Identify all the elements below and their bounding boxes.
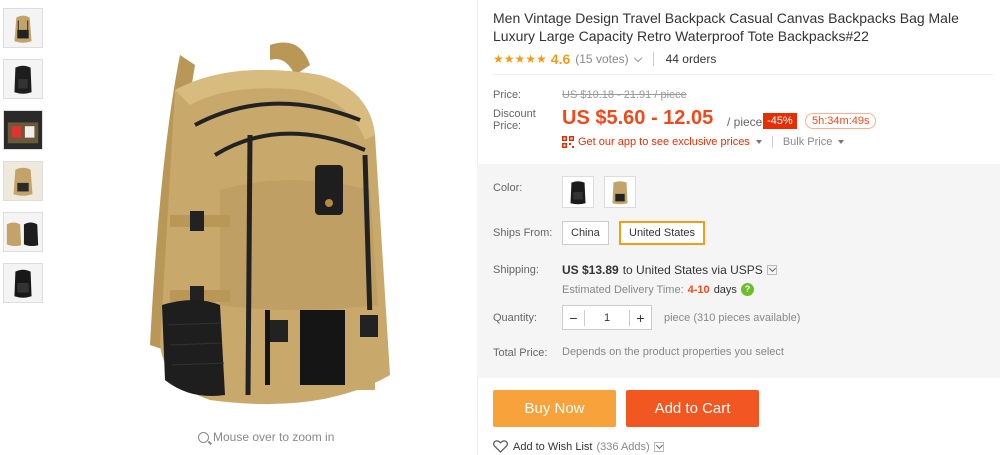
bulk-price-link[interactable]: Bulk Price bbox=[783, 136, 833, 148]
buy-now-button[interactable]: Buy Now bbox=[493, 390, 616, 427]
quantity-label: Quantity: bbox=[493, 312, 538, 324]
discount-badge: -45% bbox=[763, 113, 797, 129]
separator bbox=[771, 136, 773, 148]
wish-list-link[interactable]: Add to Wish List bbox=[513, 441, 592, 453]
magnifier-icon bbox=[198, 431, 209, 443]
delivery-days: 4-10 bbox=[687, 283, 710, 296]
chevron-down-icon[interactable] bbox=[633, 53, 642, 62]
shipping-info: US $13.89 to United States via USPS bbox=[562, 263, 777, 277]
thumbnail-list bbox=[3, 8, 45, 314]
wish-list-row[interactable]: Add to Wish List (336 Adds) bbox=[493, 440, 664, 453]
thumbnail-6[interactable] bbox=[3, 263, 43, 303]
zoom-hint-text: Mouse over to zoom in bbox=[213, 430, 335, 444]
original-price: US $10.18 - 21.91 / piece bbox=[562, 89, 687, 101]
heart-icon bbox=[493, 440, 508, 453]
discount-label-line2: Price: bbox=[493, 120, 522, 132]
rating-row: ★★★★★ 4.6 (15 votes) 44 orders bbox=[493, 51, 716, 67]
main-product-image[interactable] bbox=[120, 5, 420, 425]
total-price-text: Depends on the product properties you se… bbox=[562, 346, 784, 358]
quantity-increase-button[interactable]: + bbox=[629, 309, 651, 326]
countdown-timer: 5h:34m:49s bbox=[805, 113, 877, 129]
color-label: Color: bbox=[493, 182, 523, 194]
zoom-hint: Mouse over to zoom in bbox=[198, 430, 334, 444]
shipping-dropdown-icon[interactable] bbox=[766, 265, 777, 275]
separator bbox=[652, 52, 654, 66]
discount-label-line1: Discount bbox=[493, 108, 536, 120]
delivery-label: Estimated Delivery Time: bbox=[562, 283, 684, 296]
star-rating-icon: ★★★★★ bbox=[493, 52, 547, 66]
price-unit: / piece bbox=[727, 115, 763, 129]
thumbnail-5[interactable] bbox=[3, 212, 43, 252]
discount-price: US $5.60 - 12.05 bbox=[562, 107, 714, 129]
caret-down-icon[interactable] bbox=[755, 140, 762, 144]
quantity-stepper: − 1 + bbox=[562, 305, 652, 330]
votes-link[interactable]: (15 votes) bbox=[575, 52, 628, 66]
wish-count: (336 Adds) bbox=[596, 440, 650, 453]
rating-value: 4.6 bbox=[550, 51, 571, 67]
ships-from-label: Ships From: bbox=[493, 227, 553, 239]
help-icon[interactable]: ? bbox=[740, 283, 754, 296]
ships-from-china[interactable]: China bbox=[562, 221, 609, 245]
wish-dropdown-icon[interactable] bbox=[653, 441, 664, 452]
thumbnail-1[interactable] bbox=[3, 8, 43, 48]
orders-count: 44 orders bbox=[665, 52, 717, 66]
shipping-cost: US $13.89 bbox=[562, 263, 619, 277]
divider bbox=[493, 74, 993, 75]
price-label: Price: bbox=[493, 89, 522, 101]
app-promo-link[interactable]: Get our app to see exclusive prices bbox=[578, 136, 750, 148]
thumbnail-3[interactable] bbox=[3, 110, 43, 150]
quantity-decrease-button[interactable]: − bbox=[563, 309, 585, 326]
caret-down-icon[interactable] bbox=[838, 140, 845, 144]
add-to-cart-button[interactable]: Add to Cart bbox=[626, 390, 759, 427]
delivery-time: Estimated Delivery Time: 4-10 days ? bbox=[562, 283, 754, 296]
product-title: Men Vintage Design Travel Backpack Casua… bbox=[493, 10, 959, 44]
quantity-input[interactable]: 1 bbox=[585, 312, 629, 324]
total-price-label: Total Price: bbox=[493, 347, 548, 359]
thumbnail-2[interactable] bbox=[3, 59, 43, 99]
app-promo-row: Get our app to see exclusive prices Bulk… bbox=[562, 136, 850, 148]
thumbnail-4[interactable] bbox=[3, 161, 43, 201]
color-swatch-black[interactable] bbox=[562, 176, 594, 208]
shipping-label: Shipping: bbox=[493, 264, 539, 276]
qr-code-icon bbox=[562, 136, 574, 148]
availability-text: piece (310 pieces available) bbox=[664, 312, 801, 324]
color-swatch-khaki[interactable] bbox=[604, 176, 636, 208]
ships-from-united-states[interactable]: United States bbox=[619, 221, 706, 245]
shipping-destination: to United States via USPS bbox=[622, 263, 763, 277]
days-word: days bbox=[713, 283, 737, 296]
